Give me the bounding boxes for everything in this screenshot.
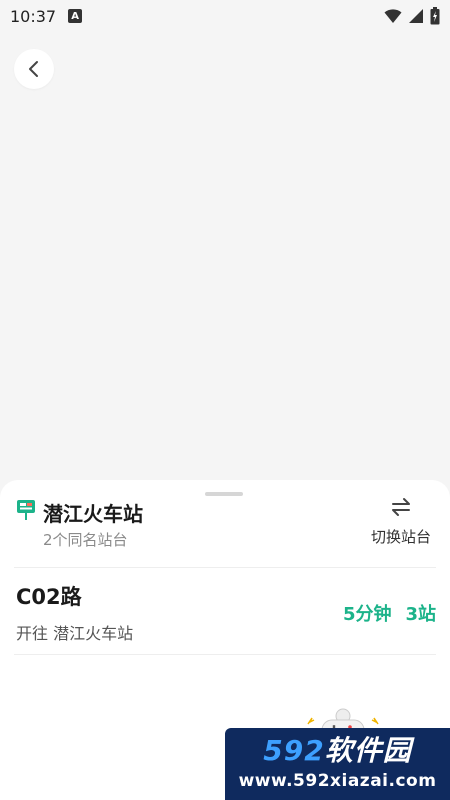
route-row[interactable]: C02路 开往 潜江火车站 5分钟 3站 [0,568,450,654]
watermark-logo: 592软件园 [263,737,411,765]
station-sign-icon [17,500,35,520]
status-icons [384,7,440,25]
switch-platform-button[interactable]: 切换站台 [366,496,436,556]
route-destination: 开往 潜江火车站 [16,624,134,643]
eta-stops: 3站 [405,604,436,625]
status-bar: 10:37 A [0,0,450,32]
signal-icon [409,9,423,23]
watermark: 592软件园 www.592xiazai.com [225,728,450,800]
route-eta: 5分钟 3站 [343,600,436,626]
watermark-logo-text: 软件园 [324,734,412,767]
back-button[interactable] [14,49,54,89]
watermark-url: www.592xiazai.com [238,771,437,791]
watermark-logo-numbers: 592 [263,734,325,767]
wifi-icon [384,9,402,23]
battery-icon [430,7,440,25]
back-arrow-icon [29,61,38,77]
switch-arrows-icon [392,498,410,516]
divider [14,654,436,655]
station-subtitle: 2个同名站台 [43,531,128,549]
status-time: 10:37 [10,6,57,26]
route-name: C02路 [16,585,82,609]
station-header: 潜江火车站 2个同名站台 切换站台 [16,496,436,566]
notification-a-icon: A [68,9,83,23]
switch-platform-label: 切换站台 [370,528,431,546]
station-name: 潜江火车站 [43,502,143,526]
eta-minutes: 5分钟 [342,604,392,625]
